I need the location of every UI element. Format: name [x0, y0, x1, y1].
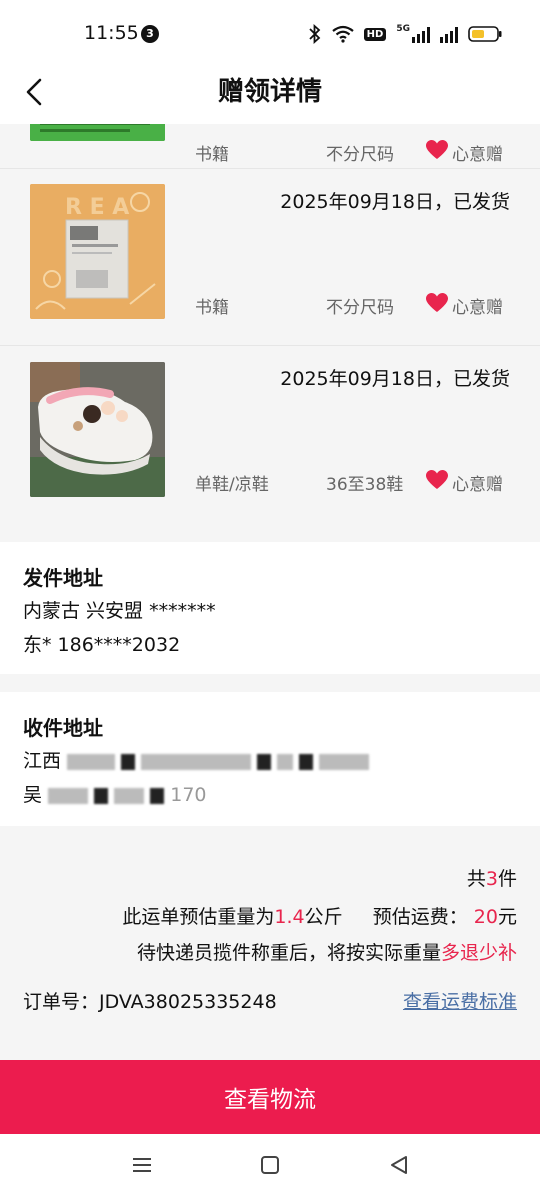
- gift-label: 心意赠: [452, 145, 503, 165]
- item-image: [30, 124, 165, 141]
- sender-contact: 东* 186****2032: [23, 634, 181, 656]
- item-image: R E A: [30, 184, 165, 319]
- heart-icon: [426, 293, 448, 318]
- count-value: 3: [485, 868, 498, 890]
- signal-icon: [440, 25, 458, 43]
- system-back-button[interactable]: [386, 1154, 412, 1180]
- item-category: 书籍: [195, 298, 229, 318]
- receiver-contact-prefix: 吴: [23, 784, 43, 806]
- weight-value: 1.4: [274, 906, 305, 928]
- home-icon: [259, 1154, 281, 1180]
- redacted-block: [48, 787, 89, 804]
- status-time: 11:55: [84, 22, 139, 44]
- receiver-contact: 吴 170: [23, 780, 207, 807]
- item-ship-date: 2025年09月18日，已发货: [280, 191, 510, 213]
- system-nav-bar: [0, 1134, 540, 1200]
- redacted-block: [141, 753, 252, 770]
- fee-unit: 元: [497, 906, 517, 928]
- heart-icon: [426, 140, 448, 165]
- note-prefix: 待快递员揽件称重后，将按实际重量: [136, 942, 441, 964]
- menu-icon: [131, 1155, 153, 1179]
- shipping-summary: 共3件 此运单预估重量为1.4公斤 预估运费： 20元 待快递员揽件称重后，将按…: [0, 826, 540, 1060]
- weight-unit: 公斤: [304, 906, 343, 928]
- count-prefix: 共: [466, 868, 486, 890]
- redacted-block: [121, 753, 136, 770]
- battery-icon: [468, 25, 502, 43]
- status-bar: 11:55 3 HD 5G: [0, 0, 540, 64]
- item-gift-tag: 心意赠: [426, 140, 503, 165]
- header-bar: 赠领详情: [0, 64, 540, 124]
- item-size: 36至38鞋: [326, 475, 404, 495]
- svg-text:R E A: R E A: [65, 195, 129, 220]
- item-category: 书籍: [195, 145, 229, 165]
- item-size: 不分尺码: [326, 145, 394, 165]
- fee-standard-link[interactable]: 查看运费标准: [403, 987, 517, 1014]
- redacted-block: [67, 753, 116, 770]
- status-icons: HD 5G: [308, 24, 502, 44]
- receiver-title: 收件地址: [23, 716, 103, 740]
- bluetooth-icon: [308, 24, 322, 44]
- redacted-block: [319, 753, 370, 770]
- view-logistics-button[interactable]: 查看物流: [0, 1060, 540, 1134]
- back-triangle-icon: [388, 1154, 410, 1180]
- item-size: 不分尺码: [326, 298, 394, 318]
- receiver-address: 江西: [23, 746, 370, 773]
- item-image: [30, 362, 165, 497]
- page-title: 赠领详情: [217, 77, 322, 107]
- weight-fee-line: 此运单预估重量为1.4公斤 预估运费： 20元: [122, 902, 517, 929]
- redacted-block: [114, 787, 145, 804]
- weight-prefix: 此运单预估重量为: [122, 906, 275, 928]
- notification-badge: 3: [141, 25, 159, 43]
- sender-address: 内蒙古 兴安盟 *******: [23, 600, 216, 622]
- heart-icon: [426, 470, 448, 495]
- receiver-contact-suffix: 170: [170, 784, 207, 806]
- item-gift-tag: 心意赠: [426, 470, 503, 495]
- count-suffix: 件: [497, 868, 517, 890]
- signal-5g-icon: 5G: [396, 25, 430, 43]
- gift-item-row[interactable]: 书籍 不分尺码 心意赠: [0, 124, 540, 169]
- item-gift-tag: 心意赠: [426, 293, 503, 318]
- wifi-icon: [331, 25, 354, 43]
- receiver-address-card: 收件地址 江西 吴 170: [0, 692, 540, 826]
- redacted-block: [299, 753, 314, 770]
- weight-note: 待快递员揽件称重后，将按实际重量多退少补: [137, 938, 517, 965]
- fee-label: 预估运费：: [372, 906, 468, 928]
- gift-item-row[interactable]: R E A 2025年09月18日，已发货 书籍 不分尺码 心意赠: [0, 169, 540, 346]
- fee-value: 20: [473, 906, 498, 928]
- gift-item-row[interactable]: 2025年09月18日，已发货 单鞋/凉鞋 36至38鞋 心意赠: [0, 346, 540, 542]
- note-highlight: 多退少补: [440, 942, 517, 964]
- sender-address-card: 发件地址 内蒙古 兴安盟 ******* 东* 186****2032: [0, 542, 540, 674]
- receiver-address-prefix: 江西: [23, 750, 62, 772]
- home-button[interactable]: [257, 1154, 283, 1180]
- item-category: 单鞋/凉鞋: [195, 475, 269, 495]
- redacted-block: [150, 787, 165, 804]
- network-label: 5G: [396, 24, 410, 34]
- redacted-block: [257, 753, 272, 770]
- menu-button[interactable]: [129, 1154, 155, 1180]
- item-ship-date: 2025年09月18日，已发货: [280, 368, 510, 390]
- sender-title: 发件地址: [23, 566, 103, 590]
- gift-label: 心意赠: [452, 298, 503, 318]
- content-scroll[interactable]: 书籍 不分尺码 心意赠 R E A 2025年09月18日，已发货 书籍 不分尺…: [0, 124, 540, 1060]
- item-count: 共3件: [467, 864, 517, 891]
- gift-label: 心意赠: [452, 475, 503, 495]
- redacted-block: [277, 753, 294, 770]
- redacted-block: [94, 787, 109, 804]
- order-number: 订单号：JDVA38025335248: [23, 991, 277, 1013]
- hd-icon: HD: [363, 27, 387, 41]
